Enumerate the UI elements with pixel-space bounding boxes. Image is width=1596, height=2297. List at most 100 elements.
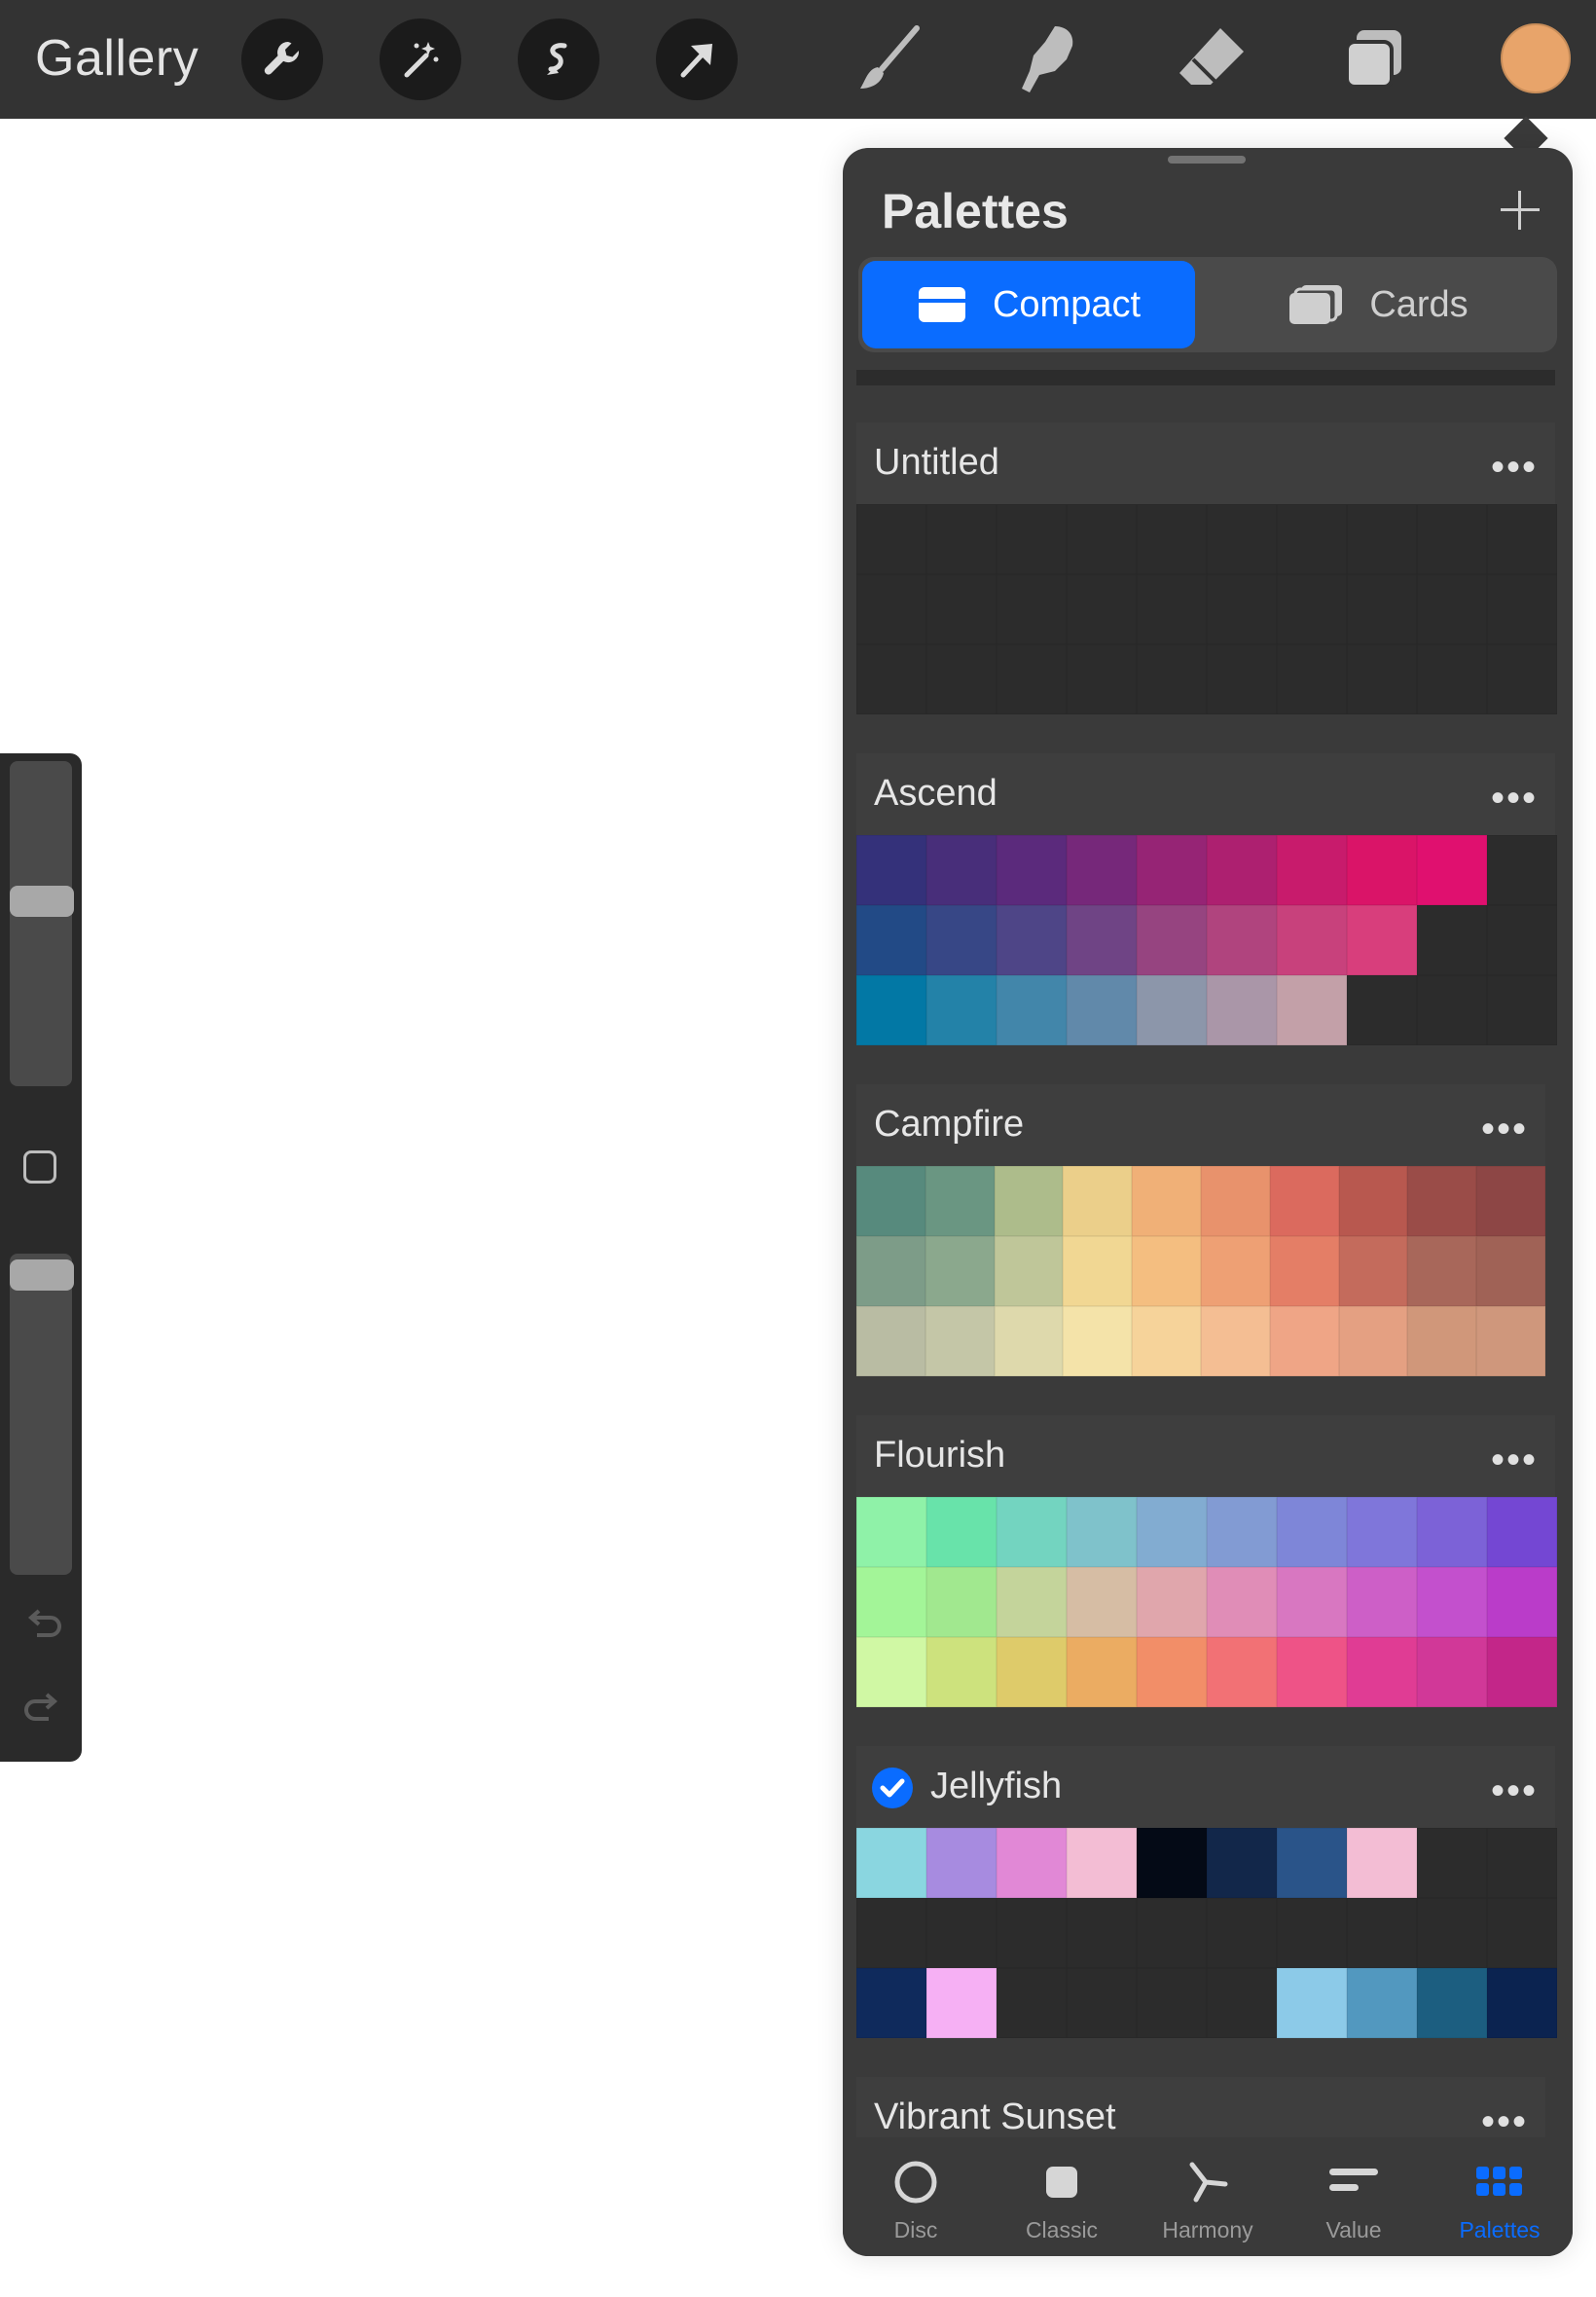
color-swatch[interactable]	[1487, 1567, 1557, 1637]
color-swatch[interactable]	[926, 1828, 997, 1898]
empty-swatch-slot[interactable]	[926, 504, 997, 574]
color-swatch[interactable]	[997, 975, 1067, 1045]
color-swatch[interactable]	[1407, 1236, 1477, 1306]
color-swatch[interactable]	[994, 1306, 1064, 1376]
color-swatch[interactable]	[856, 975, 926, 1045]
empty-swatch-slot[interactable]	[997, 504, 1067, 574]
brush-size-slider[interactable]	[10, 761, 72, 1086]
empty-swatch-slot[interactable]	[1417, 574, 1487, 644]
color-swatch[interactable]	[1277, 905, 1347, 975]
empty-swatch-slot[interactable]	[856, 644, 926, 714]
color-swatch[interactable]	[856, 1306, 925, 1376]
color-swatch[interactable]	[1476, 1306, 1545, 1376]
empty-swatch-slot[interactable]	[1207, 644, 1277, 714]
color-swatch[interactable]	[1407, 1306, 1477, 1376]
empty-swatch-slot[interactable]	[1067, 1898, 1137, 1968]
empty-swatch-slot[interactable]	[1347, 644, 1417, 714]
color-swatch[interactable]	[1487, 1497, 1557, 1567]
empty-swatch-slot[interactable]	[1137, 504, 1207, 574]
empty-swatch-slot[interactable]	[1347, 1898, 1417, 1968]
color-swatch[interactable]	[926, 1497, 997, 1567]
actions-button[interactable]	[241, 18, 323, 100]
color-swatch[interactable]	[1200, 1166, 1270, 1236]
empty-swatch-slot[interactable]	[1487, 574, 1557, 644]
color-swatch[interactable]	[1137, 1637, 1207, 1707]
empty-swatch-slot[interactable]	[1137, 644, 1207, 714]
color-swatch[interactable]	[1137, 1497, 1207, 1567]
color-swatch[interactable]	[925, 1166, 995, 1236]
color-swatch[interactable]	[997, 1637, 1067, 1707]
color-swatch[interactable]	[1277, 975, 1347, 1045]
empty-swatch-slot[interactable]	[1277, 1898, 1347, 1968]
selection-button[interactable]	[518, 18, 599, 100]
color-swatch[interactable]	[926, 905, 997, 975]
more-options-icon[interactable]: •••	[1491, 1769, 1538, 1813]
color-swatch[interactable]	[925, 1236, 995, 1306]
color-swatch[interactable]	[1407, 1166, 1477, 1236]
empty-swatch-slot[interactable]	[1487, 504, 1557, 574]
empty-swatch-slot[interactable]	[856, 1898, 926, 1968]
tab-harmony[interactable]: Harmony	[1135, 2137, 1281, 2256]
empty-swatch-slot[interactable]	[1347, 504, 1417, 574]
color-swatch[interactable]	[1269, 1166, 1339, 1236]
color-swatch[interactable]	[1132, 1236, 1201, 1306]
color-swatch[interactable]	[1063, 1306, 1133, 1376]
tab-classic[interactable]: Classic	[989, 2137, 1135, 2256]
color-swatch[interactable]	[1347, 835, 1417, 905]
add-palette-button[interactable]	[1497, 187, 1543, 234]
color-swatch[interactable]	[1067, 1567, 1137, 1637]
color-swatch[interactable]	[1277, 1828, 1347, 1898]
color-swatch[interactable]	[1417, 1567, 1487, 1637]
color-swatch[interactable]	[1207, 1567, 1277, 1637]
color-swatch[interactable]	[1417, 1497, 1487, 1567]
layers-button[interactable]	[1329, 15, 1419, 104]
color-swatch[interactable]	[1200, 1306, 1270, 1376]
empty-swatch-slot[interactable]	[1207, 504, 1277, 574]
color-swatch[interactable]	[1200, 1236, 1270, 1306]
color-swatch[interactable]	[1338, 1236, 1408, 1306]
color-swatch[interactable]	[1207, 1497, 1277, 1567]
color-swatch[interactable]	[926, 1567, 997, 1637]
empty-swatch-slot[interactable]	[1347, 975, 1417, 1045]
color-swatch[interactable]	[1067, 905, 1137, 975]
empty-swatch-slot[interactable]	[1417, 1828, 1487, 1898]
transform-button[interactable]	[656, 18, 738, 100]
color-swatch[interactable]	[997, 1497, 1067, 1567]
empty-swatch-slot[interactable]	[997, 1898, 1067, 1968]
modify-button[interactable]	[23, 1150, 56, 1184]
empty-swatch-slot[interactable]	[1417, 644, 1487, 714]
empty-swatch-slot[interactable]	[1417, 1898, 1487, 1968]
color-swatch[interactable]	[1132, 1166, 1201, 1236]
gallery-button[interactable]: Gallery	[35, 29, 199, 88]
color-swatch[interactable]	[1132, 1306, 1201, 1376]
color-swatch[interactable]	[1137, 975, 1207, 1045]
color-swatch[interactable]	[926, 1968, 997, 2038]
color-swatch[interactable]	[1067, 835, 1137, 905]
opacity-slider[interactable]	[10, 1254, 72, 1575]
color-swatch[interactable]	[926, 975, 997, 1045]
paint-tool-button[interactable]	[843, 15, 932, 104]
color-swatch[interactable]	[1067, 1828, 1137, 1898]
redo-icon[interactable]	[23, 1692, 62, 1727]
adjustments-button[interactable]	[380, 18, 461, 100]
color-swatch[interactable]	[997, 1828, 1067, 1898]
empty-swatch-slot[interactable]	[1487, 975, 1557, 1045]
palette-campfire[interactable]: Campfire •••	[856, 1084, 1545, 1376]
color-swatch[interactable]	[1338, 1306, 1408, 1376]
empty-swatch-slot[interactable]	[1067, 574, 1137, 644]
color-swatch[interactable]	[997, 835, 1067, 905]
color-swatch[interactable]	[1487, 1968, 1557, 2038]
default-palette-checkmark-icon[interactable]	[872, 1768, 913, 1808]
empty-swatch-slot[interactable]	[1487, 905, 1557, 975]
empty-swatch-slot[interactable]	[1067, 644, 1137, 714]
color-swatch[interactable]	[1137, 835, 1207, 905]
empty-swatch-slot[interactable]	[1067, 1968, 1137, 2038]
empty-swatch-slot[interactable]	[997, 574, 1067, 644]
color-swatch[interactable]	[1137, 1567, 1207, 1637]
tab-value[interactable]: Value	[1281, 2137, 1427, 2256]
more-options-icon[interactable]: •••	[1491, 1439, 1538, 1482]
color-swatch[interactable]	[926, 1637, 997, 1707]
color-swatch[interactable]	[1207, 1828, 1277, 1898]
panel-grabber[interactable]	[1168, 156, 1246, 164]
color-swatch[interactable]	[856, 1236, 925, 1306]
